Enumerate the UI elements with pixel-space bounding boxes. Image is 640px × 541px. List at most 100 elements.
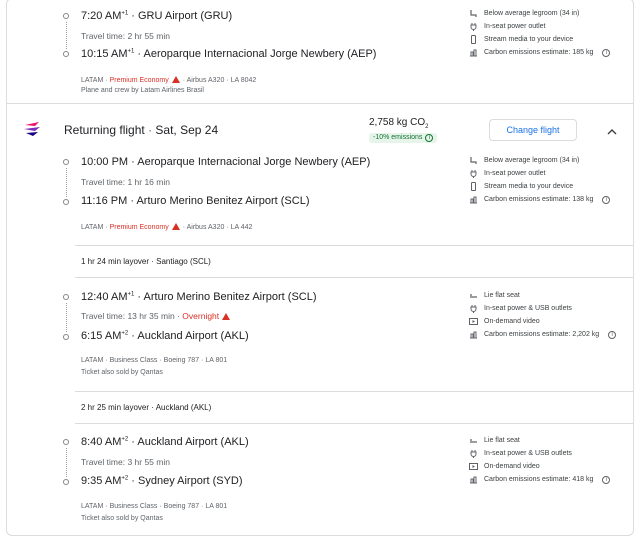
warning-icon bbox=[171, 223, 180, 230]
arrival-dot bbox=[63, 334, 69, 340]
plug-icon bbox=[469, 22, 478, 31]
arrival-dot bbox=[63, 479, 69, 485]
separator: · bbox=[131, 475, 135, 487]
airline: LATAM bbox=[81, 503, 104, 510]
flight-info: LATAM · Business Class · Boeing 787 · LA… bbox=[81, 503, 227, 510]
phone-icon bbox=[469, 35, 478, 44]
departure-dot bbox=[63, 13, 69, 19]
separator: · bbox=[105, 357, 108, 364]
airline: LATAM bbox=[81, 224, 104, 231]
video-icon bbox=[469, 462, 478, 471]
video-icon bbox=[469, 317, 478, 326]
departure-time: 8:40 AM bbox=[81, 436, 122, 448]
arrival-airport: Auckland Airport (AKL) bbox=[137, 330, 249, 342]
separator: · bbox=[105, 224, 108, 231]
departure-time: 10:00 PM bbox=[81, 156, 129, 168]
seat-icon bbox=[469, 9, 478, 18]
emissions-icon bbox=[469, 48, 478, 57]
amenities-list: Lie flat seat In-seat power & USB outlet… bbox=[469, 436, 611, 484]
separator: · bbox=[137, 291, 142, 303]
amenity-text: Below average legroom (34 in) bbox=[484, 10, 580, 17]
airline-logo-icon bbox=[23, 120, 43, 143]
warning-icon bbox=[171, 76, 180, 83]
day-offset: +1 bbox=[121, 10, 129, 17]
separator: · bbox=[131, 436, 135, 448]
operator-note: Ticket also sold by Qantas bbox=[81, 515, 163, 522]
info-icon[interactable]: i bbox=[425, 134, 434, 142]
cabin-class: Premium Economy bbox=[109, 77, 169, 84]
amenity-power: In-seat power & USB outlets bbox=[469, 304, 616, 313]
amenity-emissions: Carbon emissions estimate: 138 kg i bbox=[469, 195, 611, 204]
departure-line: 8:40 AM+2 · Auckland Airport (AKL) bbox=[81, 436, 249, 448]
flat-seat-icon bbox=[469, 436, 478, 445]
airline: LATAM bbox=[81, 77, 104, 84]
amenity-power: In-seat power outlet bbox=[469, 22, 610, 31]
plug-icon bbox=[469, 304, 478, 313]
airline: LATAM bbox=[81, 357, 104, 364]
change-flight-button[interactable]: Change flight bbox=[489, 119, 577, 141]
badge-text: -10% emissions bbox=[373, 134, 423, 141]
separator: · bbox=[130, 195, 135, 207]
day-offset: +2 bbox=[121, 330, 129, 337]
section-title: Returning flight bbox=[64, 123, 145, 137]
aircraft: Airbus A320 bbox=[186, 77, 225, 84]
cabin-class: Business Class bbox=[109, 357, 158, 364]
info-icon[interactable]: i bbox=[602, 195, 611, 204]
emissions-icon bbox=[469, 330, 478, 339]
section-divider bbox=[75, 423, 633, 424]
departure-airport: Auckland Airport (AKL) bbox=[137, 436, 249, 448]
aircraft: Boeing 787 bbox=[163, 503, 200, 510]
arrival-dot bbox=[63, 51, 69, 57]
separator: · bbox=[159, 503, 162, 510]
amenity-stream: Stream media to your device bbox=[469, 35, 610, 44]
separator: · bbox=[177, 311, 180, 321]
arrival-dot bbox=[63, 199, 69, 205]
separator: · bbox=[105, 503, 108, 510]
section-divider bbox=[75, 391, 633, 392]
amenity-text: In-seat power outlet bbox=[484, 170, 546, 177]
section-divider bbox=[75, 277, 633, 278]
amenity-text: In-seat power & USB outlets bbox=[484, 450, 572, 457]
travel-time-line: Travel time: 13 hr 35 min · Overnight bbox=[81, 311, 233, 321]
arrival-line: 11:16 PM · Arturo Merino Benitez Airport… bbox=[81, 195, 309, 207]
separator: · bbox=[226, 77, 229, 84]
emissions-icon bbox=[469, 195, 478, 204]
flat-seat-icon bbox=[469, 291, 478, 300]
timeline-line bbox=[66, 168, 67, 197]
separator: · bbox=[182, 224, 186, 231]
separator: · bbox=[182, 77, 186, 84]
info-icon[interactable]: i bbox=[608, 330, 617, 339]
separator: · bbox=[226, 224, 229, 231]
amenities-list: Lie flat seat In-seat power & USB outlet… bbox=[469, 291, 617, 339]
amenity-text: Carbon emissions estimate: 185 kg bbox=[484, 49, 594, 56]
flight-info: LATAM · Business Class · Boeing 787 · LA… bbox=[81, 357, 227, 364]
amenity-text: Lie flat seat bbox=[484, 437, 520, 444]
separator: · bbox=[131, 330, 135, 342]
departure-line: 10:00 PM · Aeroparque Internacional Jorg… bbox=[81, 156, 370, 168]
amenity-emissions: Carbon emissions estimate: 418 kg i bbox=[469, 475, 611, 484]
departure-line: 12:40 AM+1 · Arturo Merino Benitez Airpo… bbox=[81, 291, 317, 303]
section-divider bbox=[75, 245, 633, 246]
flight-details-card: 7:20 AM+1 · GRU Airport (GRU) Travel tim… bbox=[6, 0, 634, 536]
flight-number: LA 801 bbox=[205, 357, 228, 364]
flight-info: LATAM · Premium Economy · Airbus A320 · L… bbox=[81, 76, 256, 84]
departure-dot bbox=[63, 159, 69, 165]
chevron-up-icon[interactable] bbox=[607, 123, 617, 141]
phone-icon bbox=[469, 182, 478, 191]
returning-header: Returning flight · Sat, Sep 24 bbox=[64, 123, 218, 137]
amenity-emissions: Carbon emissions estimate: 2,202 kg i bbox=[469, 330, 617, 339]
timeline-line bbox=[66, 303, 67, 332]
amenity-text: Carbon emissions estimate: 138 kg bbox=[484, 196, 594, 203]
arrival-time: 6:15 AM bbox=[81, 330, 122, 342]
layover-info: 2 hr 25 min layover · Auckland (AKL) bbox=[81, 403, 212, 412]
seat-icon bbox=[469, 156, 478, 165]
day-offset: +2 bbox=[121, 475, 129, 482]
amenity-legroom: Below average legroom (34 in) bbox=[469, 156, 610, 165]
flight-number: LA 442 bbox=[230, 224, 253, 231]
amenity-text: Carbon emissions estimate: 418 kg bbox=[484, 476, 594, 483]
separator: · bbox=[131, 156, 135, 168]
info-icon[interactable]: i bbox=[602, 48, 611, 57]
warning-icon bbox=[222, 313, 231, 320]
info-icon[interactable]: i bbox=[602, 475, 611, 484]
amenity-emissions: Carbon emissions estimate: 185 kg i bbox=[469, 48, 611, 57]
